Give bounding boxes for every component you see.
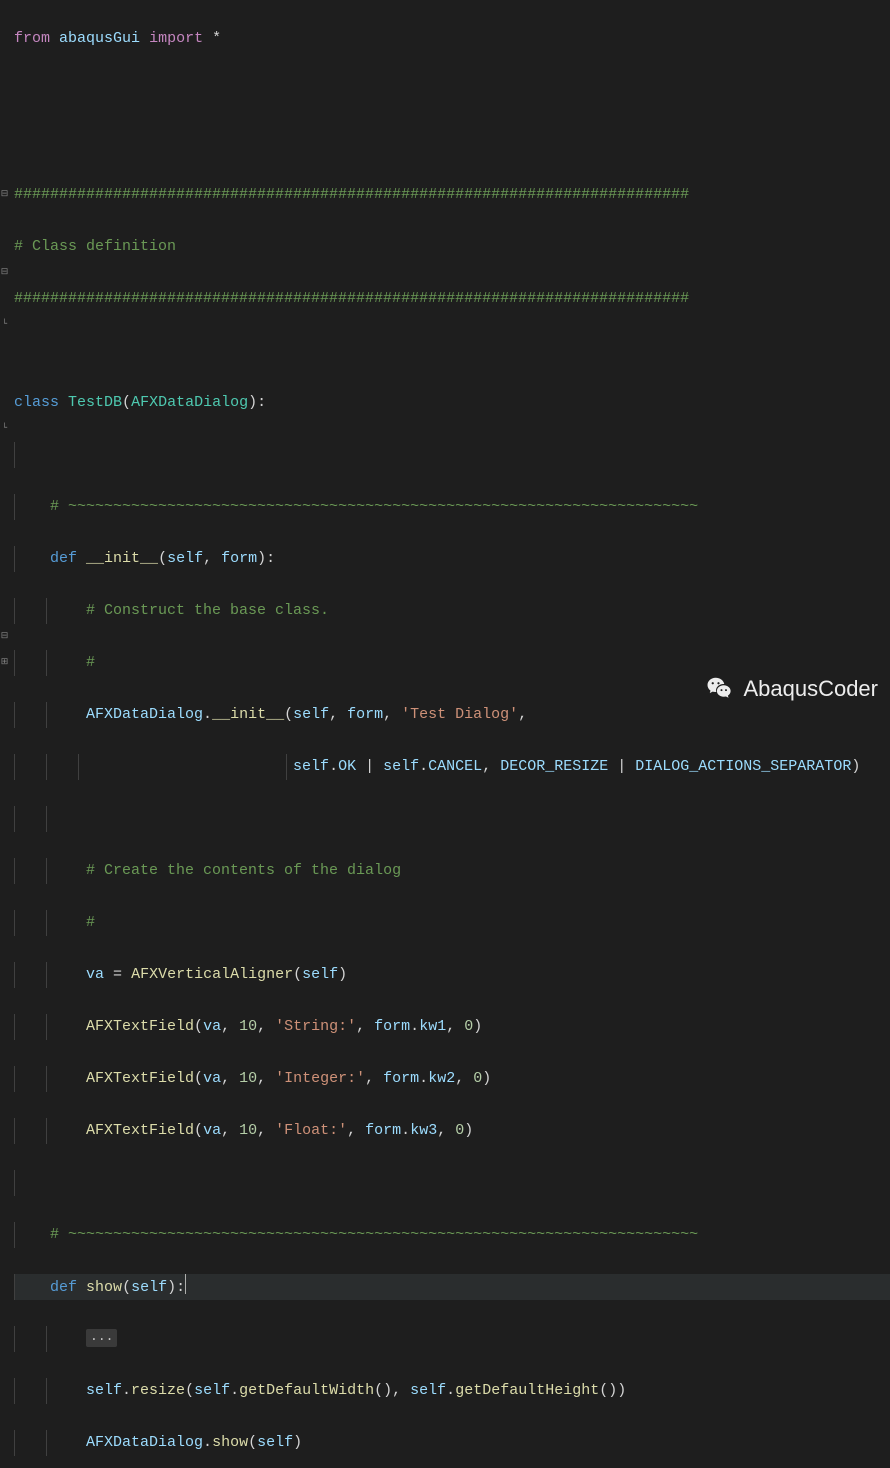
wechat-icon <box>705 674 735 704</box>
code-line[interactable] <box>14 130 890 156</box>
code-line[interactable] <box>14 806 890 832</box>
code-line[interactable]: ########################################… <box>14 182 890 208</box>
code-line[interactable] <box>14 1170 890 1196</box>
code-line[interactable]: # ~~~~~~~~~~~~~~~~~~~~~~~~~~~~~~~~~~~~~~… <box>14 494 890 520</box>
code-line[interactable]: self.OK | self.CANCEL, DECOR_RESIZE | DI… <box>14 754 890 780</box>
code-line[interactable]: AFXTextField(va, 10, 'Float:', form.kw3,… <box>14 1118 890 1144</box>
fold-bracket-icon[interactable]: └ <box>0 424 9 433</box>
code-line[interactable]: ... <box>14 1326 890 1352</box>
code-line[interactable]: ########################################… <box>14 286 890 312</box>
code-folded-indicator[interactable]: ... <box>86 1329 117 1347</box>
fold-minus-icon[interactable]: ⊟ <box>0 190 9 199</box>
code-content[interactable]: from abaqusGui import * ################… <box>10 0 890 734</box>
code-line[interactable]: # Construct the base class. <box>14 598 890 624</box>
code-editor[interactable]: ⊟ ⊟ └ └ ⊟ ⊞ from abaqusGui import * ####… <box>0 0 890 734</box>
code-line[interactable]: # Class definition <box>14 234 890 260</box>
fold-bracket-icon[interactable]: └ <box>0 320 9 329</box>
fold-gutter: ⊟ ⊟ └ └ ⊟ ⊞ <box>0 0 10 734</box>
code-line[interactable]: from abaqusGui import * <box>14 26 890 52</box>
code-line[interactable]: # <box>14 650 890 676</box>
code-line[interactable]: # Create the contents of the dialog <box>14 858 890 884</box>
code-line[interactable]: class TestDB(AFXDataDialog): <box>14 390 890 416</box>
code-line[interactable]: # <box>14 910 890 936</box>
fold-minus-icon[interactable]: ⊟ <box>0 632 9 641</box>
code-line[interactable]: AFXTextField(va, 10, 'String:', form.kw1… <box>14 1014 890 1040</box>
code-line-active[interactable]: def show(self): <box>14 1274 890 1300</box>
watermark: AbaqusCoder <box>705 674 878 704</box>
code-line[interactable]: AFXDataDialog.__init__(self, form, 'Test… <box>14 702 890 728</box>
code-line[interactable]: # ~~~~~~~~~~~~~~~~~~~~~~~~~~~~~~~~~~~~~~… <box>14 1222 890 1248</box>
code-line[interactable]: self.resize(self.getDefaultWidth(), self… <box>14 1378 890 1404</box>
code-line[interactable]: va = AFXVerticalAligner(self) <box>14 962 890 988</box>
code-line[interactable]: AFXTextField(va, 10, 'Integer:', form.kw… <box>14 1066 890 1092</box>
code-line[interactable]: AFXDataDialog.show(self) <box>14 1430 890 1456</box>
fold-plus-icon[interactable]: ⊞ <box>0 658 9 667</box>
text-cursor <box>185 1274 186 1294</box>
code-line[interactable] <box>14 442 890 468</box>
fold-minus-icon[interactable]: ⊟ <box>0 268 9 277</box>
watermark-text: AbaqusCoder <box>743 676 878 702</box>
code-line[interactable] <box>14 78 890 104</box>
code-line[interactable] <box>14 338 890 364</box>
code-line[interactable]: def __init__(self, form): <box>14 546 890 572</box>
